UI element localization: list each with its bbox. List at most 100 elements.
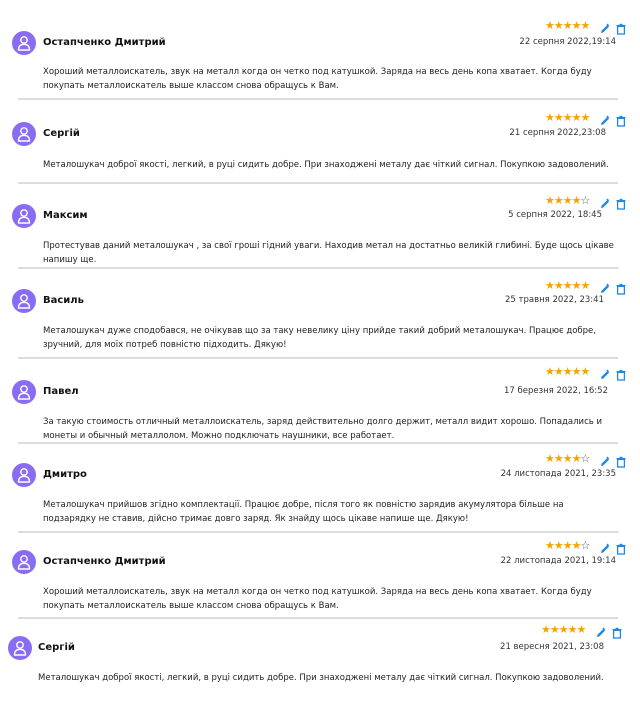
review-date: 22 серпня 2022,19:14 xyxy=(519,37,616,47)
pencil-icon[interactable] xyxy=(599,366,611,379)
rating-stars: ★★★★★ xyxy=(545,365,591,378)
pencil-icon[interactable] xyxy=(599,112,611,125)
star-icon: ★ xyxy=(562,111,573,124)
star-icon: ★ xyxy=(562,194,573,207)
star-icon: ★ xyxy=(545,279,555,292)
review-date: 25 травня 2022, 23:41 xyxy=(505,295,604,305)
star-icon: ★ xyxy=(562,539,573,552)
rating-stars: ★★★★★ xyxy=(545,279,591,292)
rating-stars: ★★★★☆ xyxy=(545,539,591,552)
divider xyxy=(18,442,618,444)
reviewer-name: Максим xyxy=(43,210,88,221)
review-text: За такую стоимость отличный металлоискат… xyxy=(43,417,602,441)
pencil-icon[interactable] xyxy=(599,280,611,293)
pencil-icon[interactable] xyxy=(599,540,611,553)
star-icon: ★ xyxy=(571,452,582,465)
rating-stars: ★★★★★ xyxy=(545,19,591,32)
divider xyxy=(18,531,618,533)
review-date: 21 серпня 2022,23:08 xyxy=(509,128,606,138)
star-icon: ★ xyxy=(553,111,564,124)
star-icon: ★ xyxy=(580,111,591,124)
review-text: Хороший металлоискатель, звук на металл … xyxy=(43,67,592,91)
trash-icon[interactable] xyxy=(615,540,627,555)
pencil-icon[interactable] xyxy=(595,624,607,637)
avatar xyxy=(12,289,36,313)
star-icon: ★ xyxy=(553,365,564,378)
pencil-icon[interactable] xyxy=(599,20,611,33)
star-icon: ★ xyxy=(553,19,564,32)
star-icon: ☆ xyxy=(580,452,591,465)
star-icon: ★ xyxy=(553,539,564,552)
star-icon: ★ xyxy=(553,452,564,465)
trash-icon[interactable] xyxy=(615,195,627,210)
avatar xyxy=(12,550,36,574)
trash-icon[interactable] xyxy=(615,280,627,295)
star-icon: ★ xyxy=(571,365,582,378)
star-icon: ★ xyxy=(576,623,587,636)
trash-icon[interactable] xyxy=(615,453,627,468)
review-text: Хороший металлоискатель, звук на металл … xyxy=(43,587,592,611)
reviewer-name: Сергій xyxy=(43,128,80,139)
review-date: 21 вересня 2021, 23:08 xyxy=(500,642,604,652)
divider xyxy=(18,357,618,359)
avatar xyxy=(12,204,36,228)
trash-icon[interactable] xyxy=(611,624,623,639)
pencil-icon[interactable] xyxy=(599,195,611,208)
star-icon: ☆ xyxy=(580,194,591,207)
rating-stars: ★★★★★ xyxy=(545,111,591,124)
divider xyxy=(18,98,618,100)
star-icon: ★ xyxy=(545,194,555,207)
star-icon: ★ xyxy=(553,194,564,207)
divider xyxy=(18,182,618,184)
reviewer-name: Сергій xyxy=(38,642,75,653)
trash-icon[interactable] xyxy=(615,366,627,381)
review-text: Металошукач доброї якості, легкий, в руц… xyxy=(38,673,604,683)
star-icon: ★ xyxy=(571,539,582,552)
rating-stars: ★★★★☆ xyxy=(545,452,591,465)
avatar xyxy=(12,122,36,146)
divider xyxy=(18,267,618,269)
reviewer-name: Остапченко Дмитрий xyxy=(43,556,166,567)
review-text: Металошукач прийшов згідно комплектації.… xyxy=(43,500,564,524)
divider xyxy=(18,617,618,619)
star-icon: ★ xyxy=(562,19,573,32)
review-text: Протестував даний металошукач , за свої … xyxy=(43,241,614,265)
star-icon: ★ xyxy=(549,623,560,636)
reviewer-name: Дмитро xyxy=(43,469,87,480)
star-icon: ★ xyxy=(553,279,564,292)
star-icon: ★ xyxy=(541,623,551,636)
star-icon: ★ xyxy=(545,452,555,465)
star-icon: ★ xyxy=(545,19,555,32)
rating-stars: ★★★★☆ xyxy=(545,194,591,207)
review-text: Металошукач дуже сподобався, не очікував… xyxy=(43,326,596,350)
review-date: 22 листопада 2021, 19:14 xyxy=(500,556,616,566)
star-icon: ★ xyxy=(580,365,591,378)
star-icon: ★ xyxy=(562,452,573,465)
star-icon: ★ xyxy=(545,539,555,552)
star-icon: ★ xyxy=(571,19,582,32)
star-icon: ☆ xyxy=(580,539,591,552)
review-text: Металошукач доброї якості, легкий, в руц… xyxy=(43,160,609,170)
star-icon: ★ xyxy=(567,623,578,636)
star-icon: ★ xyxy=(571,194,582,207)
trash-icon[interactable] xyxy=(615,20,627,35)
star-icon: ★ xyxy=(558,623,569,636)
star-icon: ★ xyxy=(580,279,591,292)
trash-icon[interactable] xyxy=(615,112,627,127)
reviewer-name: Павел xyxy=(43,386,79,397)
reviewer-name: Остапченко Дмитрий xyxy=(43,37,166,48)
avatar xyxy=(8,636,32,660)
pencil-icon[interactable] xyxy=(599,453,611,466)
review-date: 17 березня 2022, 16:52 xyxy=(503,386,608,396)
reviewer-name: Василь xyxy=(43,295,84,306)
avatar xyxy=(12,463,36,487)
star-icon: ★ xyxy=(580,19,591,32)
review-date: 24 листопада 2021, 23:35 xyxy=(500,469,616,479)
star-icon: ★ xyxy=(571,111,582,124)
star-icon: ★ xyxy=(562,279,573,292)
star-icon: ★ xyxy=(562,365,573,378)
avatar xyxy=(12,31,36,55)
star-icon: ★ xyxy=(571,279,582,292)
review-date: 5 серпня 2022, 18:45 xyxy=(508,210,602,220)
star-icon: ★ xyxy=(545,111,555,124)
